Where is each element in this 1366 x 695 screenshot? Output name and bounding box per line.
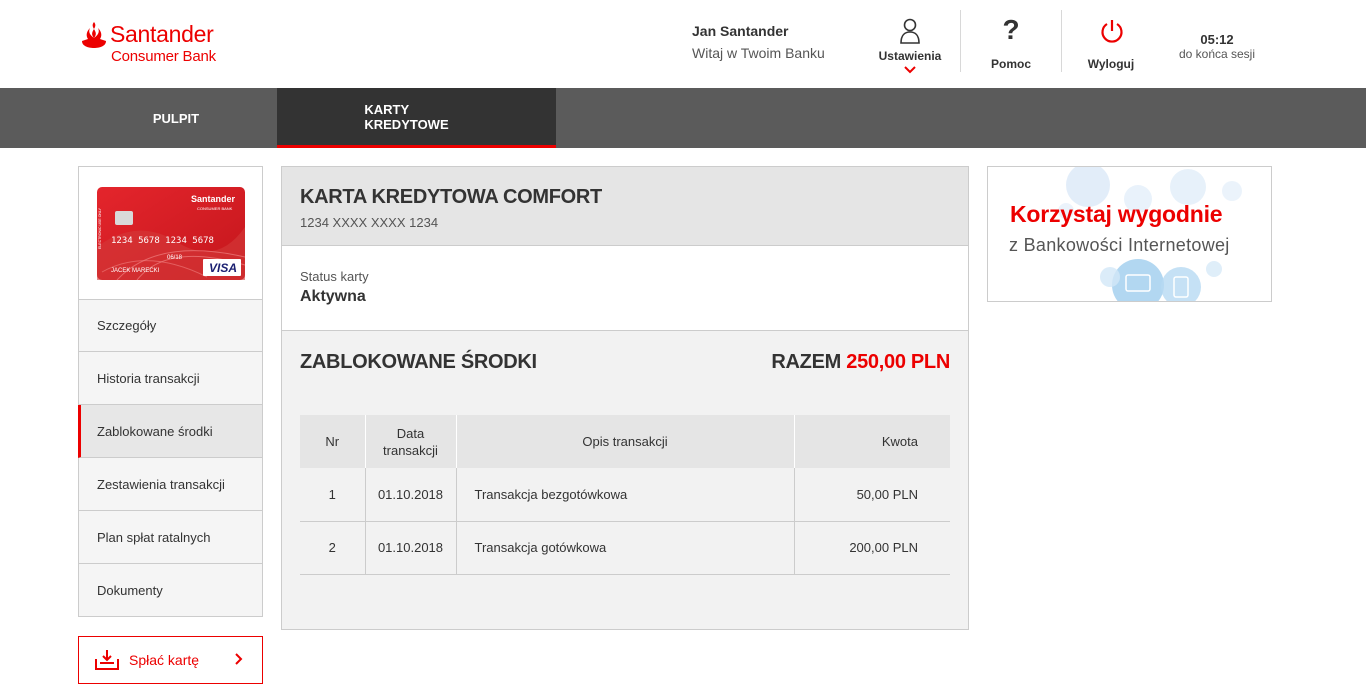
pay-card-button[interactable]: Spłać kartę — [78, 636, 263, 684]
header-divider — [1061, 10, 1062, 72]
banner-headline: Korzystaj wygodnie — [1010, 201, 1223, 227]
settings-button[interactable]: Ustawienia — [872, 10, 948, 74]
flame-icon — [82, 22, 106, 48]
santander-logo[interactable]: Santander Consumer Bank — [80, 20, 240, 68]
chevron-right-icon — [235, 653, 243, 665]
status-label: Status karty — [300, 269, 369, 284]
sidebar-item-label: Zablokowane środki — [97, 423, 213, 439]
pay-card-label: Spłać kartę — [129, 652, 200, 668]
main-nav: PULPIT KARTY KREDYTOWE — [0, 88, 1366, 148]
sidebar-item-szczegoly[interactable]: Szczegóły — [78, 299, 263, 352]
cell-nr: 2 — [300, 521, 366, 575]
power-icon — [1101, 20, 1123, 43]
card-preview: Santander CONSUMER BANK 1234 5678 1234 5… — [78, 166, 263, 300]
card-brand-sub: CONSUMER BANK — [197, 206, 233, 211]
session-time: 05:12 — [1200, 32, 1234, 47]
sidebar-item-zablokowane[interactable]: Zablokowane środki — [78, 405, 263, 458]
card-brand: Santander — [191, 194, 236, 204]
chevron-down-icon — [904, 66, 916, 74]
table-header-row: Nr Data transakcji Opis transakcji Kwota — [300, 415, 950, 468]
help-button[interactable]: ? Pomoc — [975, 10, 1047, 72]
session-label: do końca sesji — [1178, 47, 1256, 61]
question-icon: ? — [1002, 14, 1020, 45]
card-title: KARTA KREDYTOWA COMFORT — [300, 186, 602, 208]
total-amount: 250,00 PLN — [846, 351, 950, 373]
user-icon — [900, 18, 920, 44]
tab-label: KARTY KREDYTOWE — [364, 102, 448, 132]
cell-date: 01.10.2018 — [365, 521, 457, 575]
brand-name: Santander — [110, 21, 214, 47]
sidebar-item-label: Zestawienia transakcji — [97, 476, 225, 492]
col-amount: Kwota — [794, 415, 950, 468]
header-divider — [960, 10, 961, 72]
cell-date: 01.10.2018 — [365, 468, 457, 522]
sidebar-menu: Szczegóły Historia transakcji Zablokowan… — [78, 299, 263, 617]
cell-amount: 200,00 PLN — [794, 521, 950, 575]
card-number: 1234 XXXX XXXX 1234 — [300, 215, 439, 230]
cell-nr: 1 — [300, 468, 366, 522]
banner-subline: z Bankowości Internetowej — [1009, 235, 1230, 255]
tab-label: PULPIT — [152, 110, 200, 126]
card-expiry: 06/18 — [167, 255, 183, 261]
card-holder: JACEK MARECKI — [111, 268, 160, 274]
card-header: KARTA KREDYTOWA COMFORT 1234 XXXX XXXX 1… — [282, 167, 968, 246]
sidebar-item-zestawienia[interactable]: Zestawienia transakcji — [78, 458, 263, 511]
sidebar-item-label: Historia transakcji — [97, 370, 200, 386]
sidebar-item-plan-splat[interactable]: Plan spłat ratalnych — [78, 511, 263, 564]
col-date: Data transakcji — [365, 415, 457, 468]
sidebar-item-label: Plan spłat ratalnych — [97, 529, 211, 545]
sidebar-item-label: Dokumenty — [97, 582, 163, 598]
brand-sub: Consumer Bank — [111, 48, 216, 65]
download-tray-icon — [95, 650, 119, 670]
card-side-text: ELECTRONIC USE ONLY — [98, 207, 102, 249]
col-nr: Nr — [300, 415, 366, 468]
logout-button[interactable]: Wyloguj — [1075, 10, 1147, 72]
cell-amount: 50,00 PLN — [794, 468, 950, 522]
tab-label-line: KREDYTOWE — [364, 116, 449, 132]
cell-desc: Transakcja gotówkowa — [456, 521, 795, 575]
blocked-transactions-table: Nr Data transakcji Opis transakcji Kwota… — [300, 415, 950, 575]
tab-label-line: KARTY — [364, 101, 410, 117]
sidebar-item-dokumenty[interactable]: Dokumenty — [78, 564, 263, 617]
blocked-total: RAZEM 250,00 PLN — [771, 351, 950, 374]
logout-label: Wyloguj — [1087, 57, 1135, 71]
settings-label: Ustawienia — [878, 49, 942, 63]
help-label: Pomoc — [990, 57, 1031, 71]
sidebar-item-label: Szczegóły — [97, 318, 157, 333]
cell-desc: Transakcja bezgotówkowa — [456, 468, 795, 522]
user-greeting: Witaj w Twoim Banku — [692, 45, 825, 61]
col-date-label: Data transakcji — [383, 425, 438, 458]
card-number-print: 1234 5678 1234 5678 — [111, 236, 214, 246]
promo-banner[interactable]: Korzystaj wygodnie z Bankowości Internet… — [987, 166, 1272, 302]
card-details-panel: KARTA KREDYTOWA COMFORT 1234 XXXX XXXX 1… — [281, 166, 969, 630]
user-name: Jan Santander — [692, 23, 789, 39]
table-row: 2 01.10.2018 Transakcja gotówkowa 200,00… — [300, 521, 950, 575]
header: Santander Consumer Bank Jan Santander Wi… — [0, 0, 1366, 88]
status-value: Aktywna — [300, 288, 366, 305]
tab-karty-kredytowe[interactable]: KARTY KREDYTOWE — [277, 88, 556, 148]
session-timer: 05:12 do końca sesji — [1172, 32, 1262, 61]
user-info: Jan Santander Witaj w Twoim Banku — [692, 23, 825, 61]
visa-logo: VISA — [209, 261, 237, 275]
tab-pulpit[interactable]: PULPIT — [76, 88, 276, 148]
blocked-funds-title: ZABLOKOWANE ŚRODKI — [300, 351, 537, 373]
col-desc: Opis transakcji — [456, 415, 795, 468]
sidebar-item-historia[interactable]: Historia transakcji — [78, 352, 263, 405]
table-row: 1 01.10.2018 Transakcja bezgotówkowa 50,… — [300, 468, 950, 522]
total-label: RAZEM — [771, 351, 841, 373]
credit-card-image: Santander CONSUMER BANK 1234 5678 1234 5… — [97, 187, 245, 280]
card-status: Status karty Aktywna — [282, 246, 968, 331]
